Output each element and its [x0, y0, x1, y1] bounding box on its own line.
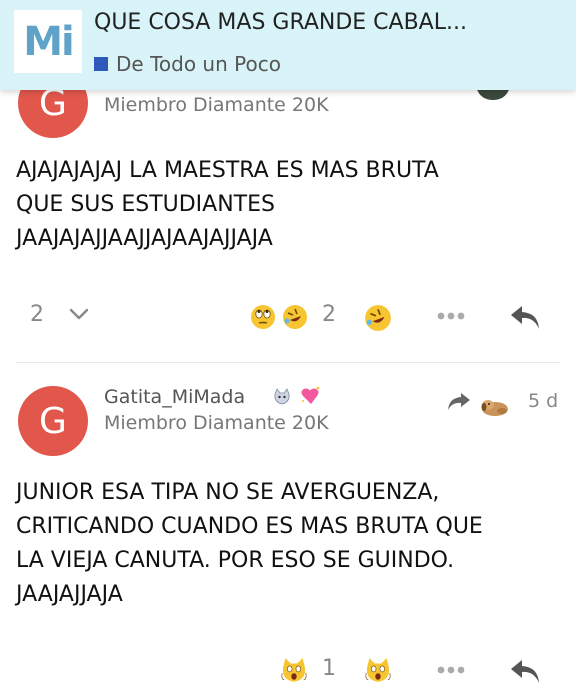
more-dots-icon[interactable]: [436, 664, 466, 676]
category-label: De Todo un Poco: [116, 52, 281, 76]
username[interactable]: Gatita_MiMada: [104, 386, 245, 408]
topic-header: Mi QUE COSA MAS GRANDE CABAL... De Todo …: [0, 0, 576, 90]
category-badge[interactable]: De Todo un Poco: [94, 52, 281, 76]
post-line: CRITICANDO CUANDO ES MAS BRUTA QUE: [16, 514, 483, 539]
reply-to-arrow-icon[interactable]: [446, 390, 472, 412]
chevron-down-icon[interactable]: [68, 306, 90, 322]
dog-avatar-icon[interactable]: [480, 396, 510, 418]
post-line: JUNIOR ESA TIPA NO SE AVERGUENZA,: [16, 480, 440, 505]
rofl-emoji-icon[interactable]: [364, 304, 392, 332]
avatar[interactable]: G: [18, 386, 88, 456]
eye-roll-emoji-icon[interactable]: [250, 304, 276, 330]
post-body: AJAJAJAJAJ LA MAESTRA ES MAS BRUTA QUE S…: [16, 154, 556, 256]
post-line: LA VIEJA CANUTA. POR ESO SE GUINDO.: [16, 548, 455, 573]
scream-cat-emoji-icon[interactable]: [280, 656, 308, 684]
scream-cat-emoji-icon[interactable]: [364, 656, 392, 684]
cat-flair-icon: [274, 388, 290, 405]
likes-count: 1: [322, 656, 336, 681]
user-title: Miembro Diamante 20K: [104, 412, 329, 434]
rofl-emoji-icon[interactable]: [282, 304, 308, 330]
post-body: JUNIOR ESA TIPA NO SE AVERGUENZA, CRITIC…: [16, 476, 556, 612]
replies-count[interactable]: 2: [30, 302, 44, 327]
post-line: AJAJAJAJAJ LA MAESTRA ES MAS BRUTA: [16, 158, 439, 183]
post-line: QUE SUS ESTUDIANTES: [16, 192, 275, 217]
post-line: JAAJAJAJJAAJJAJAAJAJJAJA: [16, 226, 273, 251]
reply-arrow-icon[interactable]: [508, 302, 542, 332]
post-date[interactable]: 5 d: [528, 390, 558, 412]
sparkling-heart-icon: [301, 386, 320, 404]
category-color-square: [94, 57, 108, 71]
reply-arrow-icon[interactable]: [508, 656, 542, 686]
user-title: Miembro Diamante 20K: [104, 94, 329, 116]
topic-title[interactable]: QUE COSA MAS GRANDE CABAL...: [94, 10, 554, 35]
likes-count: 2: [322, 302, 336, 327]
post-divider: [16, 362, 560, 363]
post-line: JAAJAJJAJA: [16, 582, 123, 607]
more-dots-icon[interactable]: [436, 310, 466, 322]
site-logo[interactable]: Mi: [14, 10, 82, 73]
